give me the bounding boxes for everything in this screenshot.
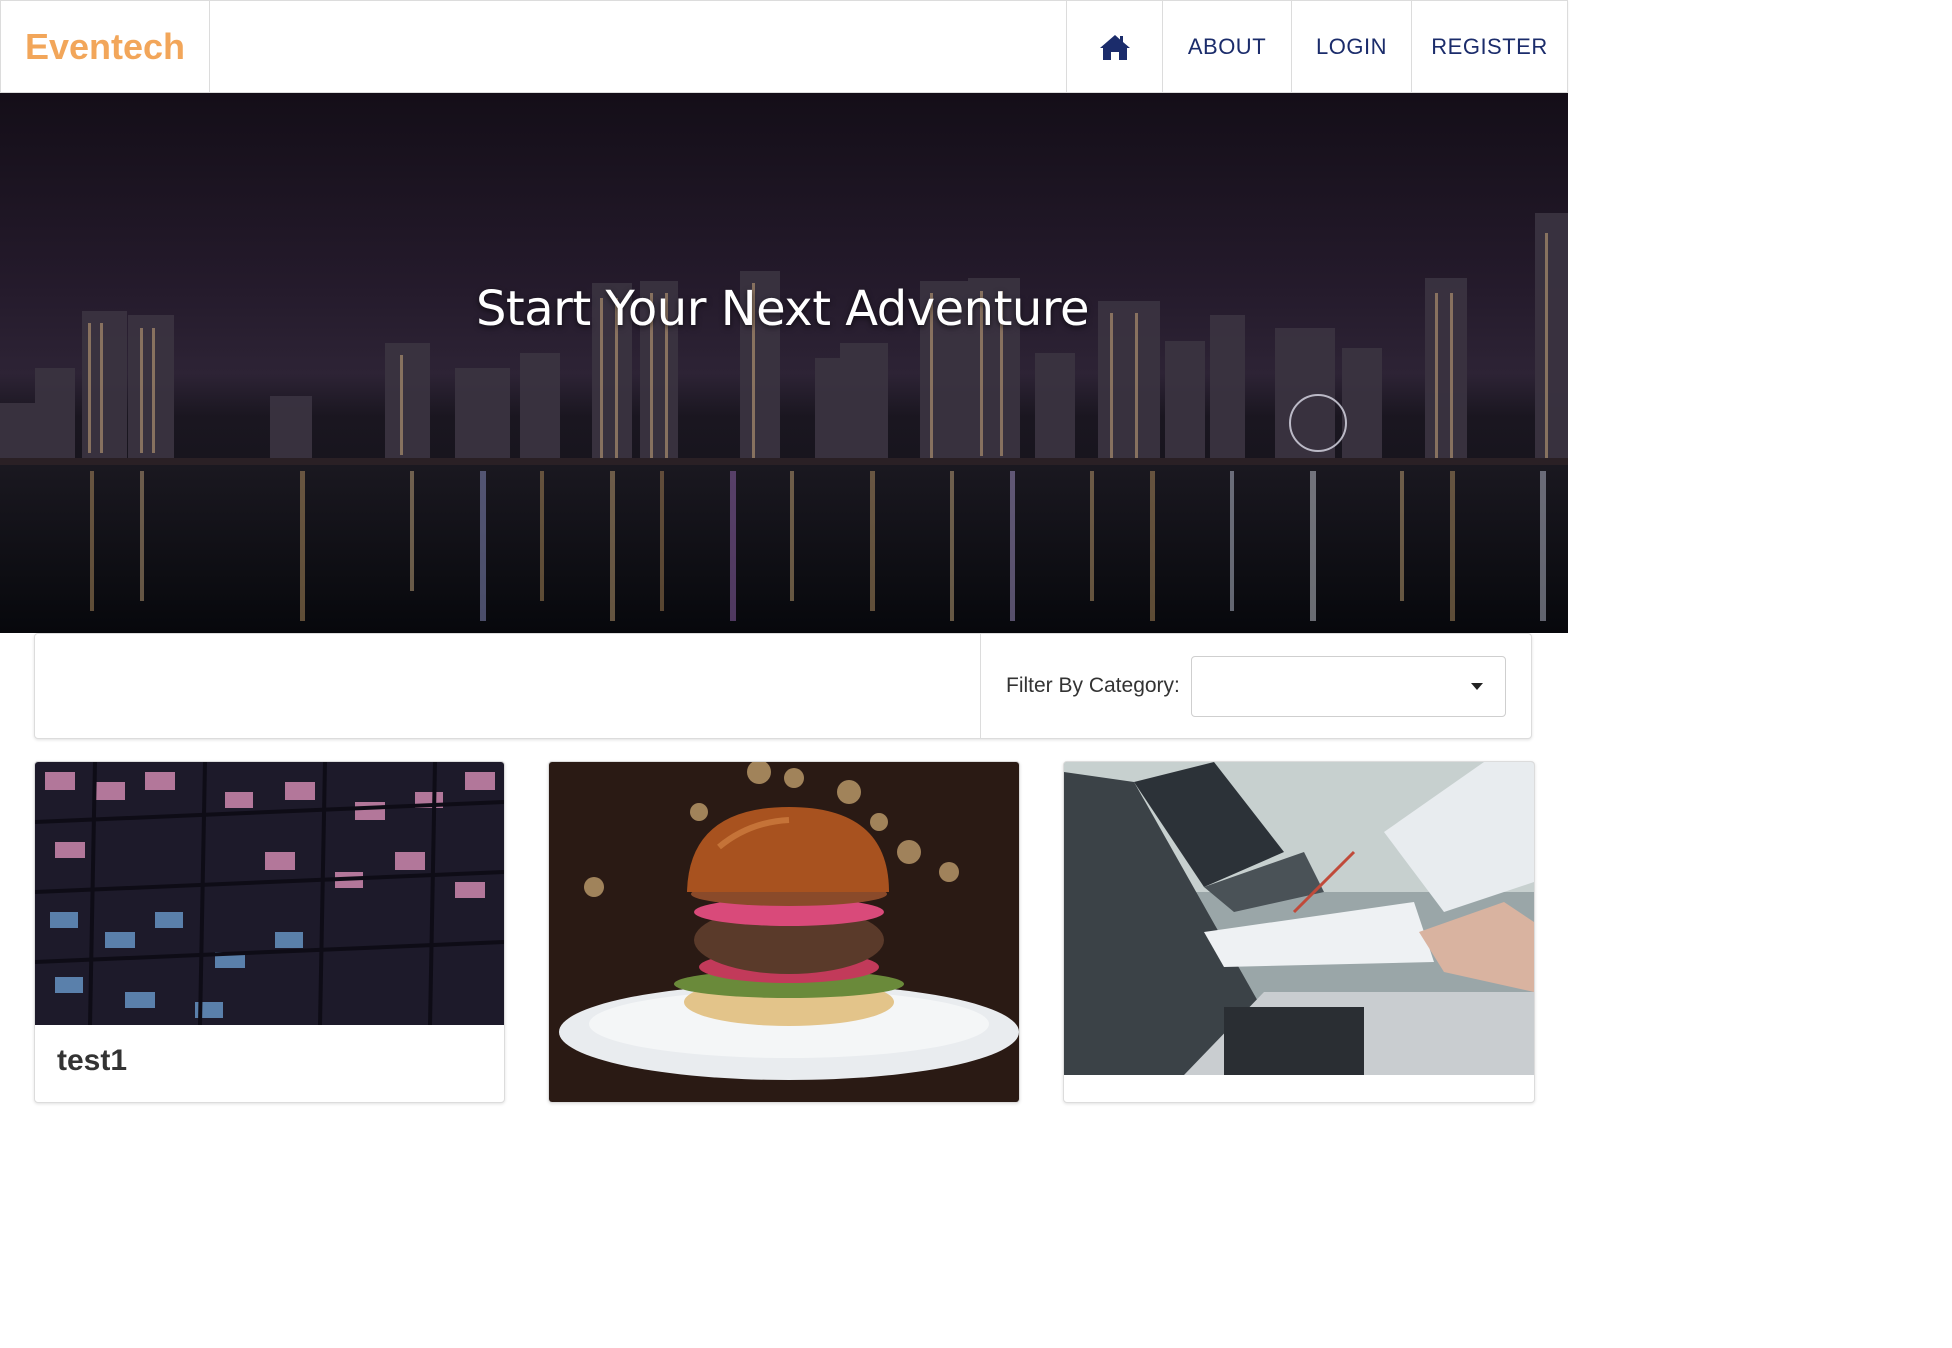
filter-divider [980,634,981,738]
caret-down-icon [1471,683,1483,690]
filter-bar: Filter By Category: [34,633,1532,739]
hero-banner: Start Your Next Adventure [0,93,1568,633]
top-navbar: Eventech ABOUT LOGIN REGISTER [0,0,1568,93]
event-card[interactable] [548,761,1020,1103]
laptops-meeting-image [1064,762,1534,1075]
nav-about-link[interactable]: ABOUT [1162,1,1291,92]
event-card[interactable] [1063,761,1535,1103]
hero-title: Start Your Next Adventure [475,281,1090,337]
brand-logo[interactable]: Eventech [1,1,210,92]
home-icon [1099,34,1130,60]
burger-plate-image [549,762,1019,1102]
category-select[interactable] [1191,656,1506,717]
navbar-spacer [210,1,1066,92]
office-building-night-image [35,762,504,1025]
nav-home-button[interactable] [1066,1,1162,92]
nav-register-link[interactable]: REGISTER [1411,1,1567,92]
event-card[interactable]: test1 [34,761,505,1103]
filter-category-label: Filter By Category: [1006,674,1180,697]
event-card-title[interactable]: test1 [57,1044,127,1078]
nav-login-link[interactable]: LOGIN [1291,1,1411,92]
city-skyline-image [0,213,1568,633]
